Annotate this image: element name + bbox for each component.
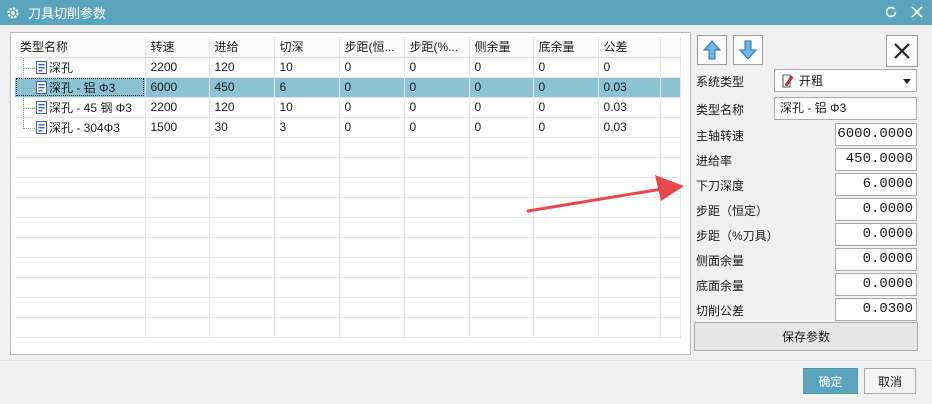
close-icon[interactable] [908, 3, 926, 21]
floor-stock-input[interactable]: 0.0000 [835, 273, 917, 296]
stepover-constant-label: 步距（恒定） [696, 204, 769, 218]
footer-divider [0, 360, 932, 361]
param-row: 下刀深度 6.0000 [694, 173, 918, 197]
table-row-selected[interactable]: 深孔 - 铝 Φ3 6000 450 6 0 0 0 0 0.03 [15, 77, 681, 98]
column-header[interactable]: 进给 [209, 37, 275, 58]
close-icon [894, 43, 910, 59]
table-header-row: 类型名称 转速 进给 切深 步距(恒... 步距(%... 侧余量 底余量 公差 [15, 37, 681, 58]
move-down-button[interactable] [733, 35, 763, 65]
type-name-row: 类型名称 深孔 - 铝 Φ3 [694, 97, 918, 121]
document-icon [36, 80, 47, 94]
param-row: 底面余量 0.0000 [694, 273, 918, 297]
stepover-percent-label: 步距（%刀具） [696, 229, 779, 243]
side-stock-label: 侧面余量 [696, 254, 745, 268]
table-row-empty [15, 157, 681, 178]
column-header[interactable]: 步距(恒... [339, 37, 405, 58]
reset-icon[interactable] [882, 3, 900, 21]
table-row-empty [15, 217, 681, 238]
column-header[interactable]: 底余量 [533, 37, 599, 58]
system-type-select[interactable]: 开粗 [774, 69, 917, 92]
column-header[interactable]: 转速 [145, 37, 210, 58]
cut-tolerance-label: 切削公差 [696, 304, 745, 318]
pencil-icon [782, 74, 794, 88]
feed-rate-input[interactable]: 450.0000 [835, 148, 917, 171]
table-row-empty [15, 197, 681, 218]
param-row: 侧面余量 0.0000 [694, 248, 918, 272]
document-icon [36, 60, 47, 74]
table-row-empty [15, 277, 681, 298]
title-bar: 刀具切削参数 [0, 0, 932, 25]
table-row-empty [15, 317, 681, 338]
row-name: 深孔 - 304Φ3 [49, 120, 120, 135]
system-type-value: 开粗 [799, 74, 824, 88]
table-row[interactable]: 深孔 2200 120 10 0 0 0 0 0 [15, 57, 681, 78]
cancel-button[interactable]: 取消 [864, 368, 916, 394]
move-up-button[interactable] [697, 35, 727, 65]
table-row-empty [15, 257, 681, 278]
column-header[interactable]: 侧余量 [469, 37, 534, 58]
arrow-down-icon [739, 40, 757, 60]
save-params-button[interactable]: 保存参数 [694, 322, 918, 351]
param-row: 切削公差 0.0300 [694, 298, 918, 322]
table-row-empty [15, 137, 681, 158]
table-row[interactable]: 深孔 - 304Φ3 1500 30 3 0 0 0 0 0.03 [15, 117, 681, 138]
param-row: 进给率 450.0000 [694, 148, 918, 172]
row-name: 深孔 - 45 钢 Φ3 [49, 100, 132, 115]
delete-button[interactable] [886, 35, 918, 67]
arrow-up-icon [703, 40, 721, 60]
cut-depth-input[interactable]: 6.0000 [835, 173, 917, 196]
column-header[interactable]: 步距(%... [404, 37, 470, 58]
gear-icon [6, 6, 20, 20]
param-row: 步距（恒定） 0.0000 [694, 198, 918, 222]
parameter-table: 类型名称 转速 进给 切深 步距(恒... 步距(%... 侧余量 底余量 公差… [15, 37, 681, 338]
parameter-editor-panel: 系统类型 开粗 类型名称 深孔 - 铝 Φ3 主轴转速 6000.0000 进给… [694, 32, 918, 353]
cut-tolerance-input[interactable]: 0.0300 [835, 298, 917, 321]
window-title: 刀具切削参数 [28, 6, 107, 21]
column-header[interactable]: 类型名称 [15, 37, 146, 58]
column-header[interactable]: 切深 [274, 37, 340, 58]
feed-rate-label: 进给率 [696, 154, 733, 168]
spindle-speed-label: 主轴转速 [696, 129, 745, 143]
table-row-empty [15, 297, 681, 318]
column-header[interactable]: 公差 [598, 37, 661, 58]
table-row[interactable]: 深孔 - 45 钢 Φ3 2200 120 10 0 0 0 0 0.03 [15, 97, 681, 118]
stepover-percent-input[interactable]: 0.0000 [835, 223, 917, 246]
stepover-constant-input[interactable]: 0.0000 [835, 198, 917, 221]
type-name-label: 类型名称 [696, 103, 745, 117]
side-stock-input[interactable]: 0.0000 [835, 248, 917, 271]
param-row: 步距（%刀具） 0.0000 [694, 223, 918, 247]
ok-button[interactable]: 确定 [803, 368, 858, 394]
cut-depth-label: 下刀深度 [696, 179, 745, 193]
system-type-row: 系统类型 开粗 [694, 69, 918, 93]
type-name-input[interactable]: 深孔 - 铝 Φ3 [774, 97, 917, 120]
system-type-label: 系统类型 [696, 75, 745, 89]
parameter-table-panel: 类型名称 转速 进给 切深 步距(恒... 步距(%... 侧余量 底余量 公差… [10, 32, 691, 355]
spindle-speed-input[interactable]: 6000.0000 [835, 123, 917, 146]
table-row-empty [15, 237, 681, 258]
param-row: 主轴转速 6000.0000 [694, 123, 918, 147]
document-icon [36, 100, 47, 114]
row-name: 深孔 [49, 60, 74, 75]
row-name: 深孔 - 铝 Φ3 [49, 80, 116, 95]
document-icon [36, 120, 47, 134]
chevron-down-icon [903, 79, 911, 84]
table-row-empty [15, 177, 681, 198]
floor-stock-label: 底面余量 [696, 279, 745, 293]
